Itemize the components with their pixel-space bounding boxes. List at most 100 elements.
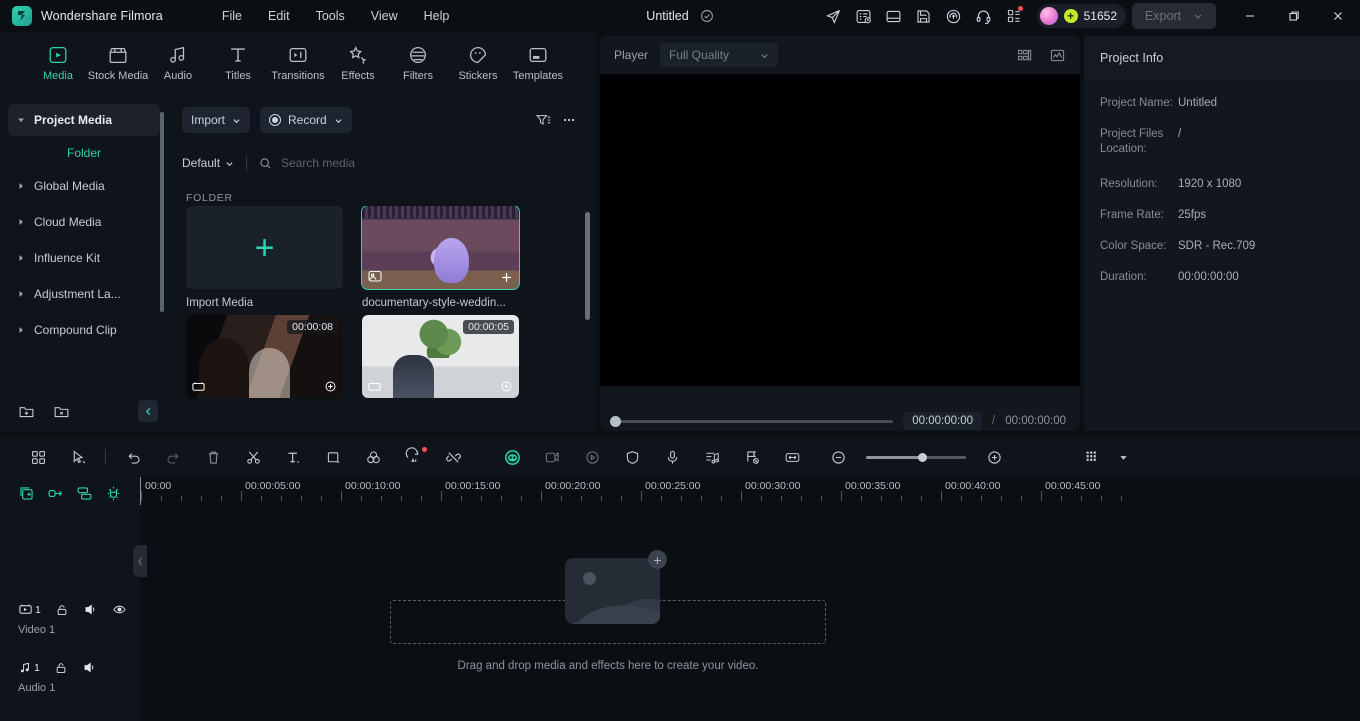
media-grid-scrollbar[interactable] [585, 212, 590, 320]
sidebar-item-cloud-media[interactable]: Cloud Media [8, 206, 160, 238]
track-manager-icon[interactable] [1072, 442, 1112, 472]
marker-icon[interactable] [732, 442, 772, 472]
sidebar-item-global-media[interactable]: Global Media [8, 170, 160, 202]
ai-tools-icon[interactable] [393, 442, 433, 472]
menu-help[interactable]: Help [411, 5, 463, 27]
tab-stock-media[interactable]: Stock Media [88, 44, 148, 82]
list-item[interactable]: 00:00:08 [186, 315, 343, 406]
add-track-icon[interactable] [18, 485, 35, 502]
search-input[interactable]: Search media [259, 156, 582, 170]
visibility-icon[interactable] [112, 602, 127, 617]
media-thumbnail[interactable]: 00:00:05 [362, 315, 519, 398]
record-button[interactable]: Record [260, 107, 352, 133]
tab-transitions[interactable]: Transitions [268, 44, 328, 82]
quality-dropdown[interactable]: Full Quality [660, 43, 779, 67]
track-header-audio-1[interactable]: 1 Audio 1 [0, 660, 140, 694]
voiceover-icon[interactable] [652, 442, 692, 472]
menu-edit[interactable]: Edit [255, 5, 303, 27]
filter-icon[interactable] [530, 107, 556, 133]
video-clip-icon[interactable] [191, 379, 206, 394]
text-icon[interactable] [273, 442, 313, 472]
current-timecode[interactable]: 00:00:00:00 [903, 412, 983, 430]
crop-icon[interactable] [313, 442, 353, 472]
menu-view[interactable]: View [358, 5, 411, 27]
menu-tools[interactable]: Tools [303, 5, 358, 27]
media-thumbnail[interactable]: 00:00:08 [186, 315, 343, 398]
sidebar-item-folder[interactable]: Folder [8, 140, 160, 166]
magnet-snap-icon[interactable] [105, 485, 122, 502]
sort-dropdown[interactable]: Default [182, 156, 234, 170]
mute-icon[interactable] [82, 660, 97, 675]
link-icon[interactable] [47, 485, 64, 502]
minimize-button[interactable] [1228, 0, 1272, 32]
tab-media[interactable]: Media [28, 44, 88, 82]
add-to-timeline-icon[interactable] [323, 379, 338, 394]
avatar[interactable] [1039, 7, 1058, 25]
timeline-canvas[interactable]: + Drag and drop media and effects here t… [140, 505, 1360, 721]
list-item[interactable]: 00:00:05 [362, 315, 519, 406]
sidebar-item-project-media[interactable]: Project Media [8, 104, 160, 136]
waveform-icon[interactable] [1049, 47, 1066, 64]
layout-icon[interactable] [879, 1, 909, 31]
media-item-import[interactable]: + Import Media [186, 206, 343, 309]
sidebar-item-compound-clip[interactable]: Compound Clip [8, 314, 160, 346]
library-tree-scrollbar[interactable] [160, 112, 164, 312]
mute-icon[interactable] [83, 602, 98, 617]
tab-filters[interactable]: Filters [388, 44, 448, 82]
chevron-down-icon[interactable] [1112, 442, 1134, 472]
restore-button[interactable] [1272, 0, 1316, 32]
redo-icon[interactable] [153, 442, 193, 472]
unlink-icon[interactable] [433, 442, 473, 472]
delete-folder-icon[interactable] [53, 403, 70, 420]
close-button[interactable] [1316, 0, 1360, 32]
send-icon[interactable] [819, 1, 849, 31]
tab-effects[interactable]: Effects [328, 44, 388, 82]
fit-timeline-icon[interactable] [772, 442, 812, 472]
tab-audio[interactable]: Audio [148, 44, 208, 82]
selection-tool-icon[interactable] [58, 442, 98, 472]
speed-icon[interactable] [572, 442, 612, 472]
grid-view-icon[interactable] [18, 442, 58, 472]
tab-titles[interactable]: Titles [208, 44, 268, 82]
import-media-tile[interactable]: + [186, 206, 343, 289]
lock-icon[interactable] [55, 603, 69, 617]
save-icon[interactable] [909, 1, 939, 31]
zoom-in-icon[interactable] [974, 442, 1014, 472]
zoom-slider-handle[interactable] [918, 452, 927, 462]
seek-handle[interactable] [610, 415, 621, 427]
color-icon[interactable] [353, 442, 393, 472]
export-button[interactable]: Export [1132, 3, 1216, 29]
timeline-panel-resize-handle[interactable] [133, 545, 147, 577]
sidebar-item-adjustment-layer[interactable]: Adjustment La... [8, 278, 160, 310]
auto-arrange-icon[interactable] [76, 485, 93, 502]
split-icon[interactable] [233, 442, 273, 472]
collapse-panel-icon[interactable] [138, 400, 158, 422]
seek-slider[interactable] [610, 415, 894, 427]
headset-icon[interactable] [969, 1, 999, 31]
lock-icon[interactable] [54, 661, 68, 675]
zoom-slider[interactable] [866, 452, 966, 462]
more-options-icon[interactable] [556, 107, 582, 133]
list-item[interactable]: documentary-style-weddin... [361, 206, 520, 309]
task-list-icon[interactable] [849, 1, 879, 31]
mask-icon[interactable] [612, 442, 652, 472]
cloud-upload-icon[interactable] [939, 1, 969, 31]
audio-mixer-icon[interactable] [692, 442, 732, 472]
smart-cutout-icon[interactable] [532, 442, 572, 472]
add-to-timeline-icon[interactable] [499, 270, 514, 285]
ai-copilot-icon[interactable] [492, 442, 532, 472]
timeline-ruler[interactable]: 00:00 00:00:05:00 00:00:10:00 00:00:15:00 00… [140, 477, 1360, 505]
delete-icon[interactable] [193, 442, 233, 472]
add-to-timeline-icon[interactable] [499, 379, 514, 394]
credits-badge[interactable]: 51652 [1036, 4, 1126, 28]
menu-file[interactable]: File [209, 5, 255, 27]
new-folder-icon[interactable] [18, 403, 35, 420]
preview-stage[interactable] [600, 74, 1080, 386]
zoom-out-icon[interactable] [818, 442, 858, 472]
image-properties-icon[interactable] [367, 269, 383, 285]
media-thumbnail[interactable] [361, 206, 520, 290]
video-clip-icon[interactable] [367, 379, 382, 394]
split-view-icon[interactable] [1016, 47, 1033, 64]
apps-grid-icon[interactable] [999, 1, 1029, 31]
tab-templates[interactable]: Templates [508, 44, 568, 82]
